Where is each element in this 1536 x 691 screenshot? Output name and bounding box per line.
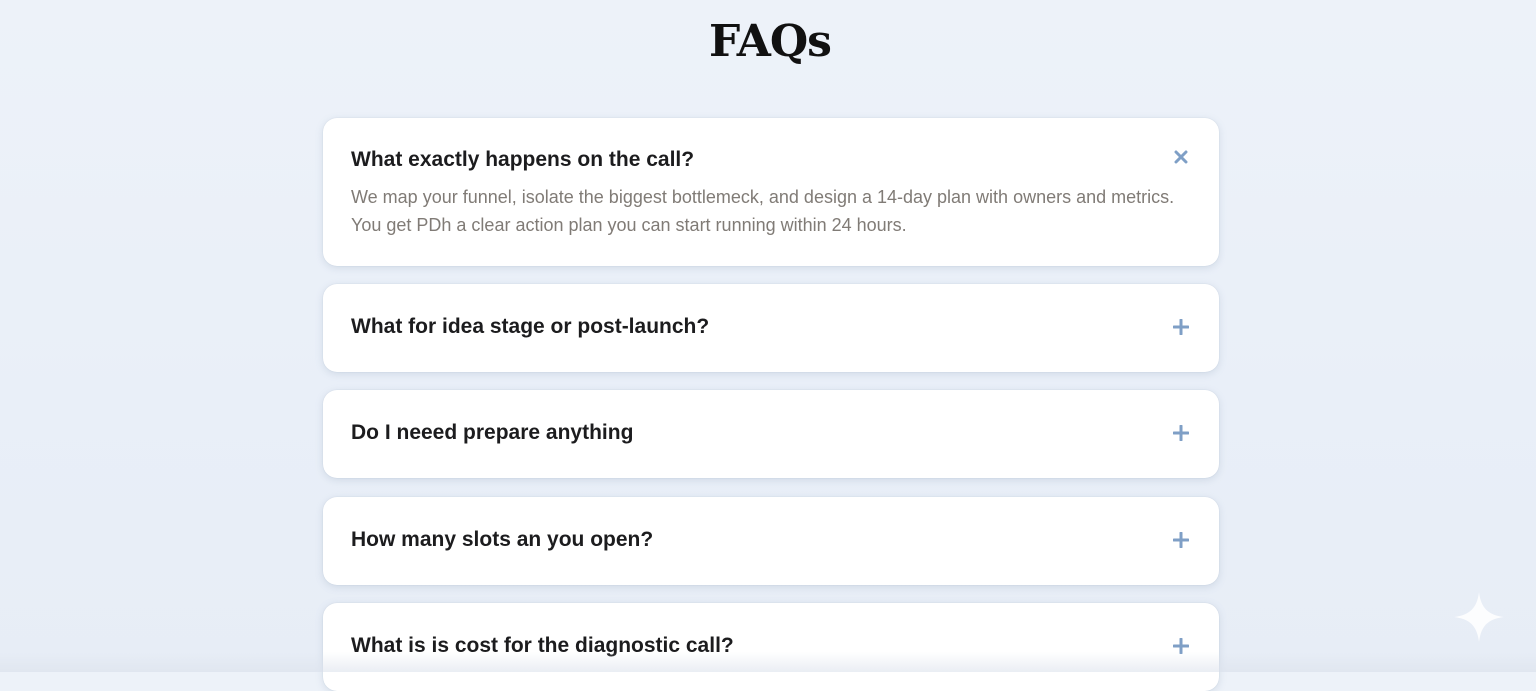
plus-icon[interactable]: [1169, 528, 1193, 552]
sparkle-icon: [1452, 590, 1506, 644]
plus-icon[interactable]: [1169, 315, 1193, 339]
plus-icon[interactable]: [1169, 421, 1193, 445]
faq-question[interactable]: How many slots an you open?: [351, 528, 653, 552]
faq-question[interactable]: Do I neeed prepare anything: [351, 421, 633, 445]
faq-item-slots[interactable]: How many slots an you open?: [323, 497, 1219, 585]
faq-item-idea-stage[interactable]: What for idea stage or post-launch?: [323, 284, 1219, 372]
faq-item-call-details[interactable]: What exactly happens on the call? We map…: [323, 118, 1219, 266]
plus-icon[interactable]: [1169, 634, 1193, 658]
faq-item-preparation[interactable]: Do I neeed prepare anything: [323, 390, 1219, 478]
faq-question[interactable]: What exactly happens on the call?: [351, 148, 694, 172]
page-title: FAQs: [709, 16, 832, 67]
faq-answer: We map your funnel, isolate the biggest …: [351, 187, 1175, 235]
faq-question[interactable]: What for idea stage or post-launch?: [351, 315, 709, 339]
close-icon[interactable]: [1169, 145, 1193, 169]
faq-question[interactable]: What is is cost for the diagnostic call?: [351, 634, 734, 658]
faq-item-cost[interactable]: What is is cost for the diagnostic call?: [323, 603, 1219, 691]
